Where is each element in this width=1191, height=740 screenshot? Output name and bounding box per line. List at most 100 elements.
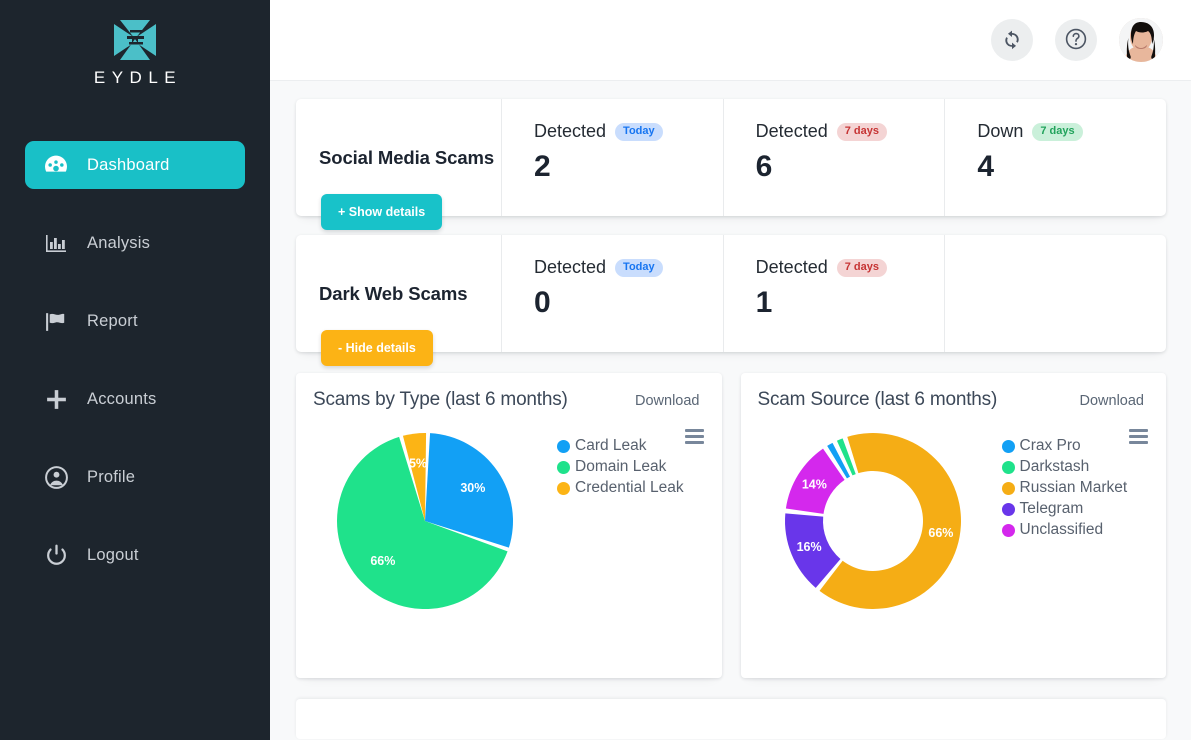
stat-cell-label: Detected xyxy=(755,257,828,277)
stat-cell-head: Detected Today xyxy=(534,257,723,278)
sidebar-item-profile[interactable]: Profile xyxy=(25,453,245,501)
pie-slice-label: 30% xyxy=(460,481,485,495)
sidebar-item-label: Analysis xyxy=(87,233,151,252)
stat-cell-label: Detected xyxy=(534,257,607,277)
sidebar-item-label: Accounts xyxy=(87,389,157,408)
hamburger-menu-icon[interactable] xyxy=(684,429,704,447)
legend-item[interactable]: Card Leak xyxy=(557,437,704,455)
sidebar-item-report[interactable]: Report xyxy=(25,297,245,345)
stat-cell-detected-today: Detected Today 2 xyxy=(501,99,723,216)
app-root: EYDLE Dashboard Analysis Report Accounts… xyxy=(0,0,1191,740)
pie-slice-label: 5% xyxy=(409,456,427,470)
hide-details-button[interactable]: - Hide details xyxy=(321,330,433,366)
refresh-button[interactable] xyxy=(991,19,1033,61)
power-icon xyxy=(25,543,87,568)
sidebar-item-label: Dashboard xyxy=(87,155,170,174)
sidebar-item-dashboard[interactable]: Dashboard xyxy=(25,141,245,189)
stat-cell-detected-7days: Detected 7 days 6 xyxy=(722,99,945,216)
help-circle-icon xyxy=(1064,27,1088,54)
stat-value: 4 xyxy=(977,150,994,183)
chart-header: Scam Source (last 6 months) Download xyxy=(758,389,1149,411)
topbar xyxy=(270,0,1191,81)
legend-color-dot xyxy=(557,439,570,453)
chart-legend: Card Leak Domain Leak Credential Leak xyxy=(553,421,704,621)
chart-card-scams-by-type: Scams by Type (last 6 months) Download 3… xyxy=(296,373,722,678)
sidebar-item-logout[interactable]: Logout xyxy=(25,531,245,579)
eydle-hourglass-logo-icon xyxy=(114,18,156,62)
status-badge: 7 days xyxy=(836,258,887,277)
legend-label: Telegram xyxy=(1019,500,1084,517)
help-button[interactable] xyxy=(1055,19,1097,61)
flag-icon xyxy=(25,309,87,334)
status-badge: Today xyxy=(615,258,663,277)
stat-cell-head: Down 7 days xyxy=(977,121,1166,142)
bottom-panel-partial xyxy=(296,699,1166,739)
legend-color-dot xyxy=(1001,502,1015,516)
sidebar-nav: Dashboard Analysis Report Accounts Profi… xyxy=(0,141,270,579)
gauge-icon xyxy=(25,151,87,179)
avatar[interactable] xyxy=(1119,18,1163,62)
brand-name: EYDLE xyxy=(93,68,183,87)
chart-body: 66% 16% 14% Crax Pro Darkstash Russian Marke… xyxy=(758,421,1149,621)
stat-cell-head: Detected 7 days xyxy=(756,257,945,278)
chart-title: Scams by Type (last 6 months) xyxy=(313,389,568,410)
donut-chart-plot: 66% 16% 14% xyxy=(758,421,998,621)
stat-cell-head: Detected Today xyxy=(534,121,723,142)
pie-slice-label: 16% xyxy=(796,540,821,554)
chart-body: 30% 66% 5% Card Leak Domain Leak Credential … xyxy=(313,421,704,621)
legend-item[interactable]: Darkstash xyxy=(1001,458,1149,476)
stat-cell-detected-7days: Detected 7 days 1 xyxy=(722,235,945,352)
user-avatar-icon xyxy=(1119,18,1163,62)
stat-value: 2 xyxy=(534,150,551,183)
stat-card-title: Dark Web Scams xyxy=(319,282,468,304)
chart-title: Scam Source (last 6 months) xyxy=(757,389,998,410)
stat-cell-empty xyxy=(944,235,1166,352)
status-badge: 7 days xyxy=(836,122,887,141)
stat-cell-head: Detected 7 days xyxy=(756,121,945,142)
plus-icon xyxy=(25,387,87,412)
legend-item[interactable]: Telegram xyxy=(1001,500,1149,518)
chart-legend: Crax Pro Darkstash Russian Market Telegram U… xyxy=(998,421,1149,621)
pie-slice-label: 66% xyxy=(928,526,953,540)
legend-label: Darkstash xyxy=(1019,458,1090,475)
legend-item[interactable]: Unclassified xyxy=(1001,521,1149,539)
legend-item[interactable]: Crax Pro xyxy=(1001,437,1149,455)
sidebar-item-analysis[interactable]: Analysis xyxy=(25,219,245,267)
main-area: Social Media Scams Detected Today 2 Dete… xyxy=(270,0,1191,740)
legend-item[interactable]: Domain Leak xyxy=(557,458,704,476)
user-circle-icon xyxy=(25,465,87,490)
stat-value: 1 xyxy=(755,286,773,319)
legend-color-dot xyxy=(1001,439,1015,453)
sidebar-item-accounts[interactable]: Accounts xyxy=(25,375,245,423)
download-link[interactable]: Download xyxy=(1080,393,1149,409)
legend-color-dot xyxy=(557,460,570,474)
legend-item[interactable]: Credential Leak xyxy=(557,479,704,497)
pie-chart-plot: 30% 66% 5% xyxy=(313,421,553,621)
sidebar-item-label: Report xyxy=(87,311,138,330)
dashboard-content: Social Media Scams Detected Today 2 Dete… xyxy=(270,81,1191,739)
status-badge: 7 days xyxy=(1032,122,1083,141)
stat-cell-detected-today: Detected Today 0 xyxy=(501,235,723,352)
legend-label: Russian Market xyxy=(1019,479,1128,496)
chart-card-scam-source: Scam Source (last 6 months) Download 66%… xyxy=(740,373,1166,678)
refresh-icon xyxy=(1001,28,1023,53)
stat-cell-label: Detected xyxy=(755,121,828,141)
chart-header: Scams by Type (last 6 months) Download xyxy=(313,389,704,411)
download-link[interactable]: Download xyxy=(635,393,704,409)
stat-cell-label: Down xyxy=(977,121,1024,141)
legend-label: Card Leak xyxy=(575,437,647,454)
legend-item[interactable]: Russian Market xyxy=(1001,479,1149,497)
legend-label: Crax Pro xyxy=(1019,437,1081,454)
legend-label: Domain Leak xyxy=(575,458,667,475)
legend-color-dot xyxy=(557,481,570,495)
sidebar: EYDLE Dashboard Analysis Report Accounts… xyxy=(0,0,270,740)
hamburger-menu-icon[interactable] xyxy=(1129,429,1148,447)
sidebar-item-label: Profile xyxy=(87,467,136,486)
stat-cell-label: Detected xyxy=(534,121,607,141)
show-details-button[interactable]: + Show details xyxy=(321,194,443,230)
pie-slice-label: 14% xyxy=(801,478,826,492)
legend-color-dot xyxy=(1001,460,1015,474)
stat-card-dark-web-scams: Dark Web Scams Detected Today 0 Detected… xyxy=(296,235,1166,366)
status-badge: Today xyxy=(615,122,663,141)
charts-row: Scams by Type (last 6 months) Download 3… xyxy=(296,373,1166,678)
